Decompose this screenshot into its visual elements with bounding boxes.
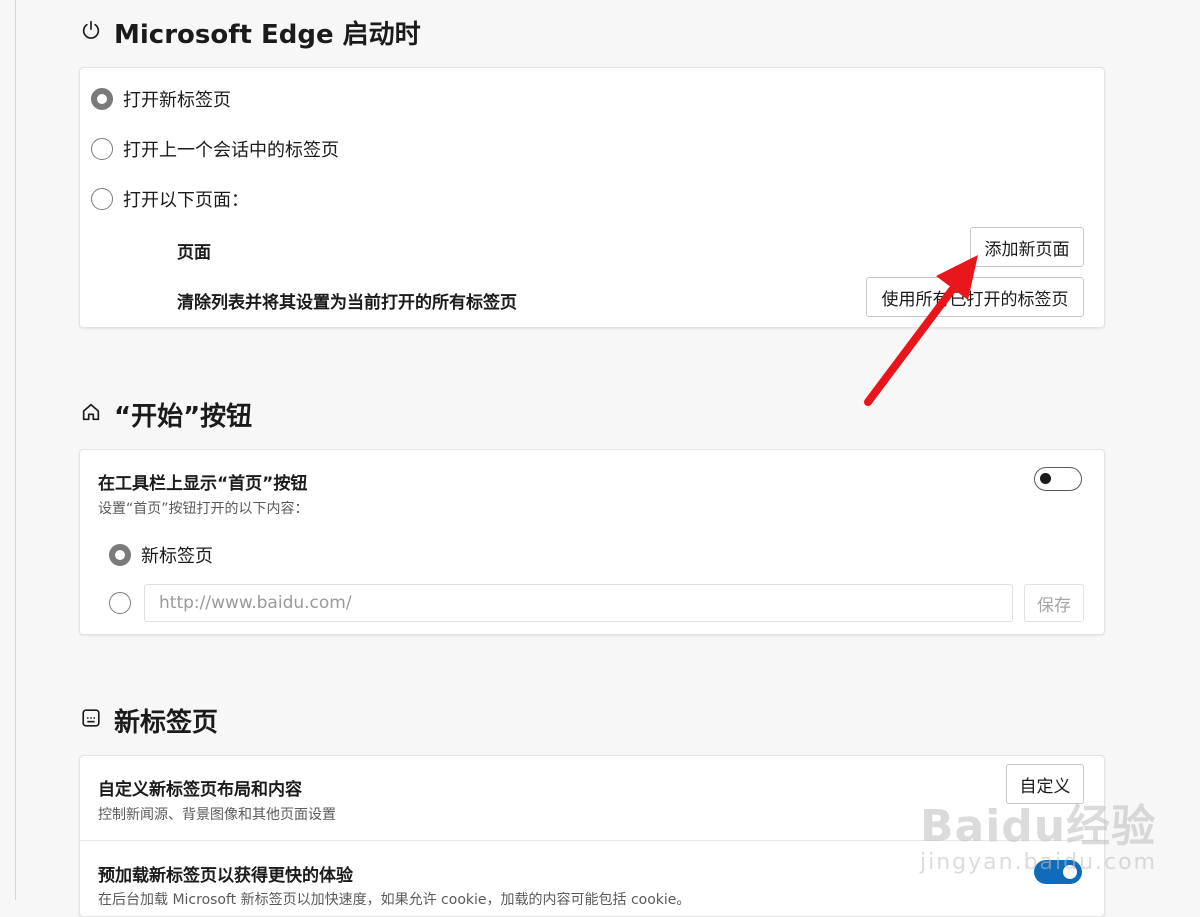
- radio-open-new-tab[interactable]: 打开新标签页: [91, 86, 231, 112]
- home-icon: [80, 400, 102, 430]
- save-button[interactable]: 保存: [1024, 584, 1084, 622]
- start-button-section-title: “开始”按钮: [80, 396, 252, 433]
- url-placeholder: http://www.baidu.com/: [159, 593, 352, 613]
- radio-button[interactable]: [91, 188, 113, 210]
- left-border: [15, 0, 16, 900]
- new-tab-section-title: 新标签页: [80, 702, 218, 739]
- startup-title: Microsoft Edge 启动时: [114, 20, 421, 50]
- power-icon: [80, 18, 102, 48]
- radio-button-checked[interactable]: [91, 88, 113, 110]
- start-button-title: “开始”按钮: [114, 402, 253, 432]
- preload-toggle[interactable]: [1034, 860, 1082, 884]
- radio-open-specific-pages[interactable]: 打开以下页面：: [91, 186, 249, 212]
- radio-label: 打开上一个会话中的标签页: [123, 140, 339, 161]
- show-home-button-label: 在工具栏上显示“首页”按钮: [98, 474, 308, 494]
- card-divider: [80, 840, 1102, 841]
- radio-label: 新标签页: [141, 546, 213, 567]
- customize-new-tab-description: 控制新闻源、背景图像和其他页面设置: [98, 807, 336, 823]
- toggle-knob: [1063, 865, 1077, 879]
- customize-button[interactable]: 自定义: [1006, 764, 1084, 804]
- radio-label: 打开新标签页: [123, 90, 231, 111]
- startup-section-title: Microsoft Edge 启动时: [80, 14, 421, 51]
- preload-new-tab-label: 预加载新标签页以获得更快的体验: [98, 866, 353, 886]
- home-url-input[interactable]: http://www.baidu.com/: [144, 584, 1013, 622]
- radio-open-previous-session[interactable]: 打开上一个会话中的标签页: [91, 136, 339, 162]
- new-tab-icon: [80, 706, 102, 736]
- radio-button-checked[interactable]: [109, 544, 131, 566]
- home-button-description: 设置“首页”按钮打开的以下内容：: [98, 501, 309, 517]
- customize-new-tab-label: 自定义新标签页布局和内容: [98, 780, 302, 800]
- radio-home-custom-url[interactable]: [109, 592, 131, 614]
- clear-list-label: 清除列表并将其设置为当前打开的所有标签页: [177, 293, 517, 313]
- show-home-toggle[interactable]: [1034, 467, 1082, 491]
- add-new-page-button[interactable]: 添加新页面: [970, 227, 1084, 267]
- use-all-open-tabs-button[interactable]: 使用所有已打开的标签页: [866, 277, 1084, 317]
- new-tab-title: 新标签页: [114, 708, 219, 738]
- radio-button[interactable]: [91, 138, 113, 160]
- preload-description: 在后台加载 Microsoft 新标签页以加快速度，如果允许 cookie，加载…: [98, 892, 691, 908]
- radio-home-new-tab[interactable]: 新标签页: [109, 542, 213, 568]
- pages-label: 页面: [177, 243, 211, 263]
- radio-button[interactable]: [109, 592, 131, 614]
- toggle-knob: [1040, 473, 1051, 484]
- radio-label: 打开以下页面：: [123, 190, 249, 211]
